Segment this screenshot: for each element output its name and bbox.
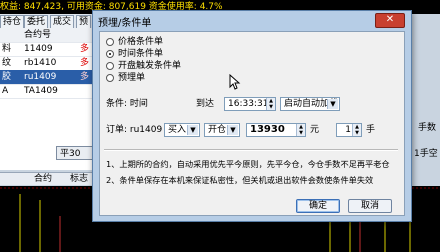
tab-preset[interactable]: 预 — [76, 15, 92, 29]
column-header-contract: 合约号 — [24, 30, 52, 40]
table-cell: 多 — [80, 58, 90, 68]
table-row[interactable]: 料 11409 多 — [0, 42, 100, 57]
ok-button[interactable]: 确定 — [296, 199, 340, 213]
table-row[interactable]: 纹 rb1410 多 — [0, 56, 100, 71]
time-spinner[interactable]: ▲ ▼ — [266, 98, 275, 110]
close-button[interactable]: ✕ — [375, 13, 405, 28]
quantity-input[interactable]: 1 ▲ ▼ — [336, 123, 362, 137]
direction-select[interactable]: 买入 ▼ — [164, 123, 200, 137]
conditional-order-dialog: 预埋/条件单 ✕ 价格条件单 时间条件单 开盘触发条件单 预埋单 条件: 时间 … — [92, 10, 412, 222]
radio-icon — [106, 38, 114, 46]
tab-orders[interactable]: 委托 — [24, 15, 49, 29]
radio-time-condition[interactable]: 时间条件单 — [106, 48, 163, 60]
price-spinner[interactable]: ▲ ▼ — [296, 124, 305, 136]
dialog-content: 价格条件单 时间条件单 开盘触发条件单 预埋单 条件: 时间 到达 16:33:… — [99, 31, 405, 216]
table-cell: A — [2, 86, 9, 96]
price-value: 13930 — [250, 124, 285, 135]
radio-price-condition[interactable]: 价格条件单 — [106, 36, 163, 48]
quantity-unit: 手 — [366, 125, 376, 135]
table-cell: ru1409 — [24, 72, 57, 82]
column-header-flag: 标志 — [70, 174, 89, 184]
radio-label: 开盘触发条件单 — [118, 61, 182, 71]
panel-tabs: 持仓 委托 成交 预 — [0, 14, 100, 29]
order-label: 订单: ru1409 — [106, 125, 163, 135]
divider — [104, 149, 398, 151]
chevron-down-icon: ▼ — [187, 125, 198, 135]
radio-label: 预埋单 — [118, 73, 146, 83]
offset-value: 开仓 — [208, 125, 227, 135]
note-2: 2、条件单保存在本机来保证私密性，但关机或退出软件会数使条件单失效 — [106, 175, 374, 185]
table-cell: 11409 — [24, 44, 53, 54]
time-input[interactable]: 16:33:31 ▲ ▼ — [224, 97, 276, 111]
radio-preset-order[interactable]: 预埋单 — [106, 72, 145, 84]
dialog-titlebar[interactable]: 预埋/条件单 ✕ — [93, 11, 411, 29]
chevron-down-icon: ▼ — [327, 99, 338, 109]
table-cell: 胶 — [2, 72, 12, 82]
table-cell: 多 — [80, 72, 90, 82]
table-cell: 纹 — [2, 58, 12, 68]
lower-table-header: 合约 标志 — [0, 172, 100, 185]
radio-label: 时间条件单 — [118, 49, 164, 59]
radio-selected-icon — [106, 50, 114, 58]
radio-open-trigger[interactable]: 开盘触发条件单 — [106, 60, 181, 72]
manual-label: 手数 — [418, 123, 437, 133]
column-header-contract: 合约 — [34, 174, 53, 184]
dialog-title: 预埋/条件单 — [98, 18, 152, 29]
cancel-button[interactable]: 取消 — [348, 199, 392, 213]
table-cell: rb1410 — [24, 58, 57, 68]
mouse-cursor-icon — [229, 74, 241, 90]
table-cell: TA1409 — [24, 86, 58, 96]
tab-trades[interactable]: 成交 — [50, 15, 75, 29]
reach-label: 到达 — [196, 99, 215, 109]
table-header: 合约号 — [0, 28, 100, 43]
time-value: 16:33:31 — [228, 99, 269, 109]
price-unit: 元 — [310, 125, 320, 135]
price-input[interactable]: 13930 ▲ ▼ — [246, 123, 306, 137]
tab-positions[interactable]: 持仓 — [0, 15, 25, 29]
table-cell: 多 — [80, 44, 90, 54]
note-1: 1、上期所的合约，自动采用优先平今原则，先平今仓，今仓手数不足再平老仓 — [106, 159, 390, 169]
radio-icon — [106, 74, 114, 82]
radio-icon — [106, 62, 114, 70]
quantity-value: 1 — [345, 125, 351, 135]
table-row[interactable]: A TA1409 — [0, 84, 100, 99]
quantity-spinner[interactable]: ▲ ▼ — [352, 124, 361, 136]
chevron-down-icon: ▼ — [227, 125, 238, 135]
offset-select[interactable]: 开仓 ▼ — [204, 123, 240, 137]
table-cell: 料 — [2, 44, 12, 54]
direction-value: 买入 — [168, 125, 187, 135]
action-select[interactable]: 启动自动加载 ▼ — [280, 97, 340, 111]
radio-label: 价格条件单 — [118, 37, 164, 47]
condition-label: 条件: 时间 — [106, 99, 148, 109]
table-row-selected[interactable]: 胶 ru1409 多 — [0, 70, 100, 85]
quantity-counter: 1手空 — [414, 149, 438, 159]
